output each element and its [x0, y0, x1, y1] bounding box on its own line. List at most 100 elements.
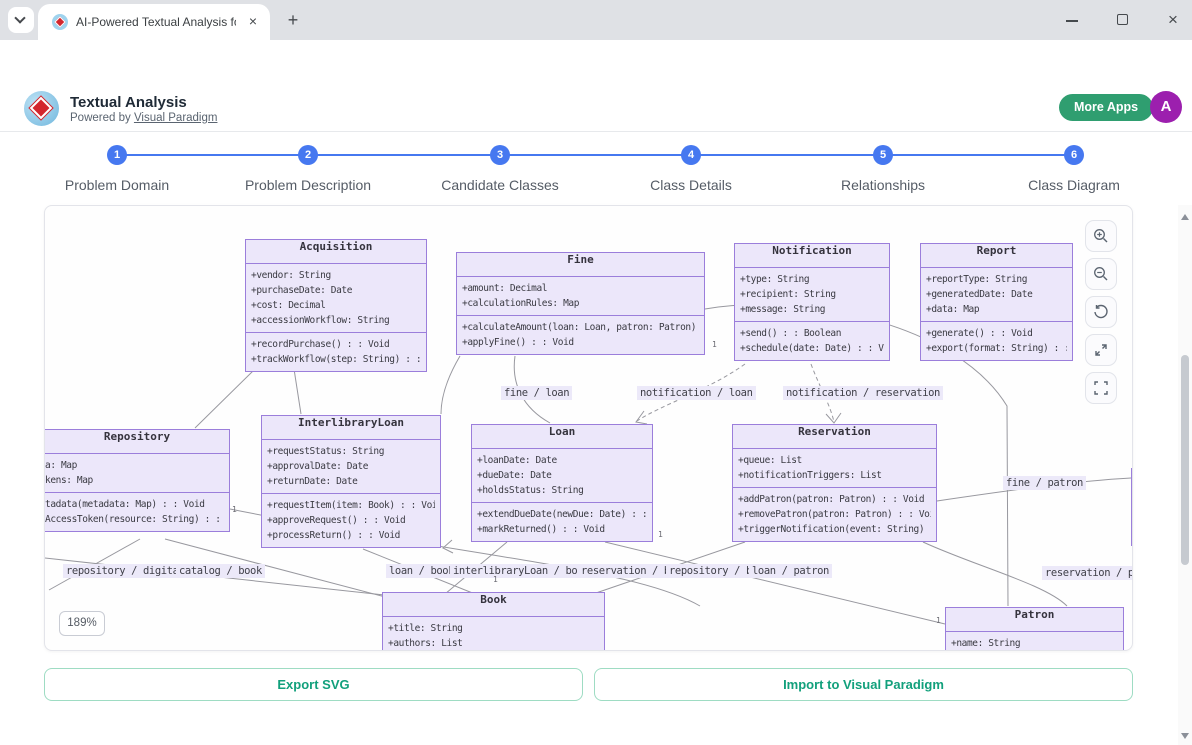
class-diagram-canvas[interactable]: Acquisition +vendor: String+purchaseDate… — [44, 205, 1133, 651]
member-line: +recipient: String — [740, 287, 884, 302]
window-close-button[interactable]: × — [1162, 9, 1184, 31]
step-2-label[interactable]: Problem Description — [245, 177, 371, 193]
edge-label-interlibraryloan-book: interlibraryLoan / book — [450, 564, 592, 578]
export-svg-button[interactable]: Export SVG — [44, 668, 583, 701]
step-1-dot[interactable]: 1 — [107, 145, 127, 165]
app-user-avatar[interactable]: A — [1150, 91, 1182, 123]
step-3-dot[interactable]: 3 — [490, 145, 510, 165]
class-methods: tadata(metadata: Map) : : VoidAccessToke… — [45, 492, 229, 531]
class-name: Repository — [45, 430, 229, 454]
step-6-dot[interactable]: 6 — [1064, 145, 1084, 165]
fullscreen-button[interactable] — [1085, 372, 1117, 404]
class-name: Acquisition — [246, 240, 426, 264]
scroll-down-icon[interactable] — [1181, 733, 1189, 739]
member-line: +holdsStatus: String — [477, 483, 647, 498]
member-line: +reportType: String — [926, 272, 1067, 287]
expand-button[interactable] — [1085, 334, 1117, 366]
member-line: +approveRequest() : : Void — [267, 513, 435, 528]
member-line: +returnDate: Date — [267, 474, 435, 489]
member-line: +cost: Decimal — [251, 298, 421, 313]
zoom-level-badge: 189% — [59, 611, 105, 636]
visual-paradigm-link[interactable]: Visual Paradigm — [134, 112, 218, 124]
multiplicity-label: 1 — [232, 505, 237, 514]
member-line: +requestStatus: String — [267, 444, 435, 459]
uml-class-acquisition[interactable]: Acquisition +vendor: String+purchaseDate… — [245, 239, 427, 372]
uml-class-repository[interactable]: Repository a: Mapkens: Map tadata(metada… — [45, 429, 230, 532]
visual-paradigm-logo-icon — [24, 91, 59, 126]
scroll-up-icon[interactable] — [1181, 214, 1189, 220]
member-line: +extendDueDate(newDue: Date) : : Void — [477, 507, 647, 522]
member-line: +vendor: String — [251, 268, 421, 283]
app-header: Textual Analysis Powered by Visual Parad… — [0, 85, 1192, 132]
uml-class-patron[interactable]: Patron +name: String — [945, 607, 1124, 651]
class-methods: +addPatron(patron: Patron) : : Void+remo… — [733, 487, 936, 541]
member-line: +message: String — [740, 302, 884, 317]
class-attributes: +title: String+authors: List — [383, 617, 604, 651]
class-attributes: +name: String — [946, 632, 1123, 651]
member-line: +authors: List — [388, 636, 599, 651]
member-line: +generate() : : Void — [926, 326, 1067, 341]
edge-label-loan-patron: loan / patron — [749, 564, 832, 578]
member-line: tadata(metadata: Map) : : Void — [45, 497, 224, 512]
member-line: +purchaseDate: Date — [251, 283, 421, 298]
browser-tab-strip: AI-Powered Textual Analysis for × + × — [0, 0, 1192, 40]
class-attributes: a: Mapkens: Map — [45, 454, 229, 492]
more-apps-button[interactable]: More Apps — [1059, 94, 1153, 121]
uml-class-report[interactable]: Report +reportType: String+generatedDate… — [920, 243, 1073, 361]
uml-class-reservation[interactable]: Reservation +queue: List+notificationTri… — [732, 424, 937, 542]
tab-search-chevron-button[interactable] — [8, 7, 34, 33]
multiplicity-label: 1 — [936, 616, 941, 625]
reset-view-button[interactable] — [1085, 296, 1117, 328]
tab-title: AI-Powered Textual Analysis for — [76, 15, 236, 29]
uml-class-clipped-right[interactable] — [1131, 468, 1133, 546]
edge-label-catalog-book: catalog / book — [176, 564, 265, 578]
zoom-out-button[interactable] — [1085, 258, 1117, 290]
member-line: +dueDate: Date — [477, 468, 647, 483]
step-3-label[interactable]: Candidate Classes — [441, 177, 559, 193]
member-line: +processReturn() : : Void — [267, 528, 435, 543]
uml-class-interlibraryloan[interactable]: InterlibraryLoan +requestStatus: String +… — [261, 415, 441, 548]
class-methods: +calculateAmount(loan: Loan, patron: Pat… — [457, 315, 704, 354]
step-1-label[interactable]: Problem Domain — [65, 177, 169, 193]
stepper-connector-line — [117, 154, 1074, 156]
visual-paradigm-favicon-icon — [52, 14, 68, 30]
member-line: +removePatron(patron: Patron) : : Void — [738, 507, 931, 522]
member-line: +markReturned() : : Void — [477, 522, 647, 537]
class-attributes: +amount: Decimal+calculationRules: Map — [457, 277, 704, 315]
class-methods: +recordPurchase() : : Void+trackWorkflow… — [246, 332, 426, 371]
step-5-dot[interactable]: 5 — [873, 145, 893, 165]
class-attributes: +type: String+recipient: String+message:… — [735, 268, 889, 321]
step-4-dot[interactable]: 4 — [681, 145, 701, 165]
scrollbar-thumb[interactable] — [1181, 355, 1189, 565]
uml-class-loan[interactable]: Loan +loanDate: Date+dueDate: Date+holds… — [471, 424, 653, 542]
step-4-label[interactable]: Class Details — [650, 177, 732, 193]
step-2-dot[interactable]: 2 — [298, 145, 318, 165]
import-to-visual-paradigm-button[interactable]: Import to Visual Paradigm — [594, 668, 1133, 701]
page-scrollbar[interactable] — [1178, 205, 1192, 745]
class-name: Report — [921, 244, 1072, 268]
zoom-in-button[interactable] — [1085, 220, 1117, 252]
class-name: InterlibraryLoan — [262, 416, 440, 440]
class-attributes: +queue: List+notificationTriggers: List — [733, 449, 936, 487]
browser-toolbar: ← → ↻ ai-toolbox.visual-paradigm.com/app… — [0, 40, 1192, 85]
step-5-label[interactable]: Relationships — [841, 177, 925, 193]
uml-class-fine[interactable]: Fine +amount: Decimal+calculationRules: … — [456, 252, 705, 355]
edge-label-fine-patron: fine / patron — [1003, 476, 1086, 490]
browser-tab[interactable]: AI-Powered Textual Analysis for × — [38, 4, 270, 40]
edge-label-notification-loan: notification / loan — [637, 386, 756, 400]
member-line: a: Map — [45, 458, 224, 473]
uml-class-notification[interactable]: Notification +type: String+recipient: St… — [734, 243, 890, 361]
zoom-out-icon — [1093, 266, 1109, 282]
edge-label-reservation-patron: reservation / patron — [1042, 566, 1133, 580]
step-6-label[interactable]: Class Diagram — [1028, 177, 1120, 193]
uml-class-book[interactable]: Book +title: String+authors: List — [382, 592, 605, 651]
member-line: +notificationTriggers: List — [738, 468, 931, 483]
class-attributes: +reportType: String+generatedDate: Date+… — [921, 268, 1072, 321]
member-line: +name: String — [951, 636, 1118, 651]
window-maximize-button[interactable] — [1112, 9, 1134, 31]
fullscreen-brackets-icon — [1093, 380, 1109, 396]
member-line: +loanDate: Date — [477, 453, 647, 468]
window-minimize-button[interactable] — [1062, 9, 1084, 31]
tab-close-icon[interactable]: × — [244, 13, 262, 31]
new-tab-button[interactable]: + — [282, 10, 304, 32]
